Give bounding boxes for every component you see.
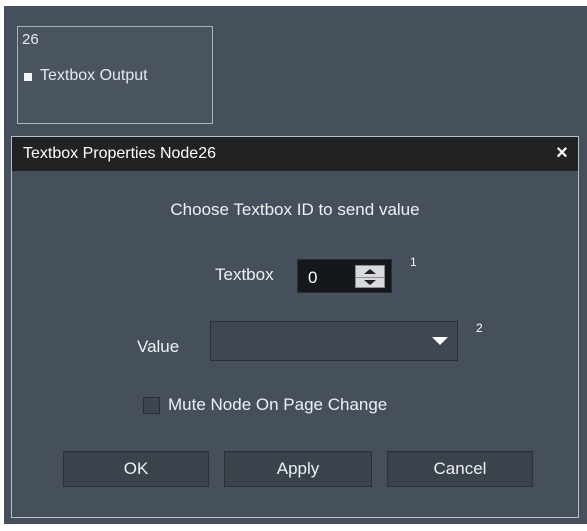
spin-control[interactable] xyxy=(355,265,385,288)
dialog-title: Textbox Properties Node26 xyxy=(23,145,216,162)
dialog-titlebar[interactable]: Textbox Properties Node26 × xyxy=(12,137,578,171)
dialog-heading: Choose Textbox ID to send value xyxy=(170,200,420,219)
node-box[interactable]: 26 Textbox Output xyxy=(17,26,213,124)
value-dropdown[interactable] xyxy=(210,321,458,361)
apply-button[interactable]: Apply xyxy=(224,451,372,487)
mute-node-option[interactable]: Mute Node On Page Change xyxy=(143,393,387,417)
value-label: Value xyxy=(137,337,180,356)
textbox-footnote: 1 xyxy=(410,255,417,269)
textbox-properties-dialog: Textbox Properties Node26 × Choose Textb… xyxy=(11,136,579,518)
node-id: 26 xyxy=(22,31,39,48)
node-canvas[interactable]: 26 Textbox Output Textbox Properties Nod… xyxy=(4,6,587,524)
dropdown-arrow-icon[interactable] xyxy=(425,325,455,357)
mute-checkbox[interactable] xyxy=(143,396,160,414)
node-label: Textbox Output xyxy=(40,67,148,84)
cancel-button[interactable]: Cancel xyxy=(387,451,533,487)
textbox-id-stepper[interactable]: 0 xyxy=(297,259,392,293)
ok-button[interactable]: OK xyxy=(63,451,209,487)
textbox-id-value[interactable]: 0 xyxy=(308,268,317,288)
value-footnote: 2 xyxy=(476,321,483,335)
close-icon[interactable]: × xyxy=(552,143,572,163)
textbox-label: Textbox xyxy=(215,265,274,284)
mute-checkbox-label[interactable]: Mute Node On Page Change xyxy=(168,395,387,415)
spin-down-icon[interactable] xyxy=(356,277,384,288)
square-port-icon[interactable] xyxy=(24,73,32,81)
